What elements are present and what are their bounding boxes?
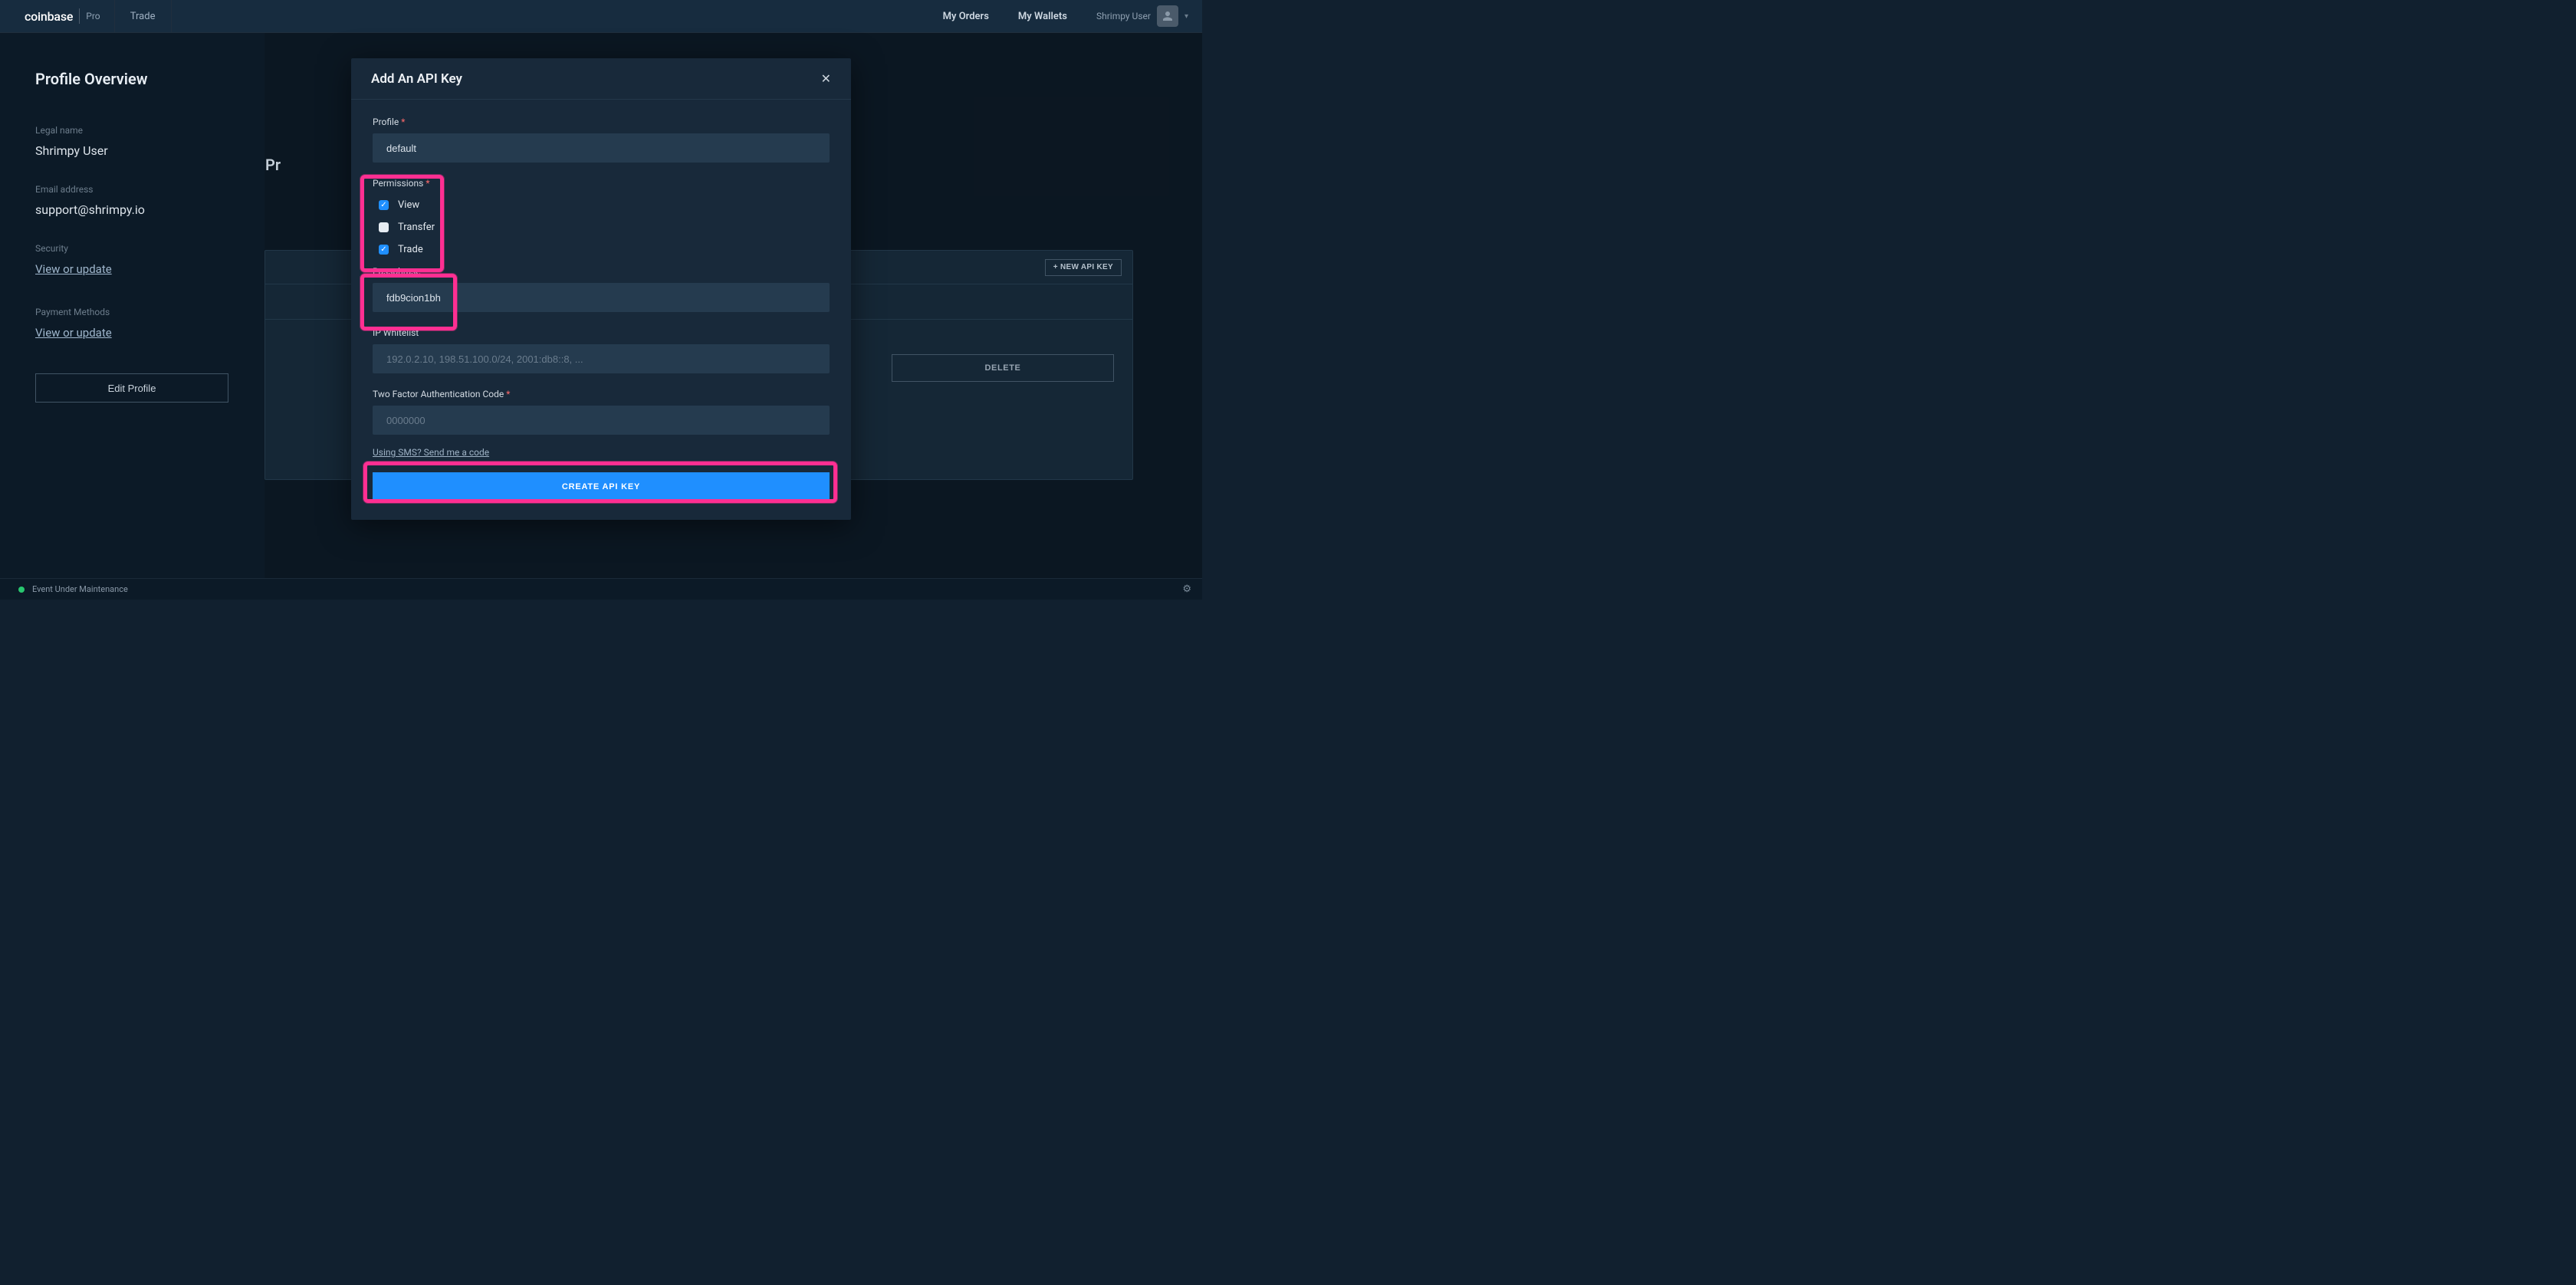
delete-button[interactable]: DELETE	[892, 354, 1114, 382]
checkbox-view-icon: ✓	[379, 200, 389, 210]
permission-transfer-row[interactable]: Transfer	[379, 222, 830, 233]
permissions-label: Permissions *	[373, 178, 830, 189]
legal-name-value: Shrimpy User	[35, 143, 229, 158]
ip-whitelist-input[interactable]	[373, 344, 830, 373]
tfa-label: Two Factor Authentication Code *	[373, 389, 830, 399]
passphrase-label: Passphrase	[373, 266, 830, 277]
close-icon[interactable]: ✕	[821, 71, 831, 86]
logo-sub: Pro	[86, 11, 100, 21]
ip-whitelist-label: IP Whitelist	[373, 327, 830, 338]
nav-my-wallets[interactable]: My Wallets	[1018, 11, 1067, 22]
permission-transfer-label: Transfer	[398, 222, 435, 233]
permission-trade-row[interactable]: ✓ Trade	[379, 244, 830, 255]
profile-select[interactable]	[373, 133, 830, 163]
tfa-input[interactable]	[373, 406, 830, 435]
email-value: support@shrimpy.io	[35, 202, 229, 217]
permission-trade-label: Trade	[398, 244, 423, 255]
chevron-down-icon: ▾	[1184, 12, 1188, 21]
user-menu[interactable]: Shrimpy User ▾	[1096, 5, 1188, 27]
nav-trade[interactable]: Trade	[114, 0, 172, 32]
permission-view-label: View	[398, 199, 419, 211]
edit-profile-button[interactable]: Edit Profile	[35, 373, 228, 403]
status-bar: Event Under Maintenance ⚙	[0, 578, 1202, 600]
status-dot-icon	[18, 587, 25, 593]
username: Shrimpy User	[1096, 11, 1151, 21]
checkbox-transfer-icon	[379, 222, 389, 232]
top-nav: coinbase Pro Trade My Orders My Wallets …	[0, 0, 1202, 33]
logo-main: coinbase	[25, 9, 73, 24]
email-label: Email address	[35, 184, 229, 195]
nav-my-orders[interactable]: My Orders	[943, 11, 989, 22]
checkbox-trade-icon: ✓	[379, 245, 389, 255]
status-text: Event Under Maintenance	[32, 584, 128, 594]
payment-methods-link[interactable]: View or update	[35, 326, 112, 340]
profile-label: Profile *	[373, 117, 830, 127]
create-api-key-button[interactable]: CREATE API KEY	[373, 472, 830, 501]
legal-name-label: Legal name	[35, 125, 229, 136]
security-link[interactable]: View or update	[35, 262, 112, 276]
logo-separator	[79, 8, 80, 24]
payment-methods-label: Payment Methods	[35, 307, 229, 317]
add-api-key-modal: Add An API Key ✕ Profile * Permissions *…	[351, 58, 851, 520]
sidebar: Profile Overview Legal name Shrimpy User…	[0, 33, 264, 578]
sms-send-code-link[interactable]: Using SMS? Send me a code	[373, 447, 489, 458]
new-api-key-button[interactable]: + NEW API KEY	[1045, 259, 1122, 276]
avatar	[1157, 5, 1178, 27]
logo[interactable]: coinbase Pro	[0, 0, 114, 32]
permission-view-row[interactable]: ✓ View	[379, 199, 830, 211]
sidebar-title: Profile Overview	[35, 70, 229, 88]
page-title-obscured: Pr	[265, 156, 281, 174]
modal-title: Add An API Key	[371, 71, 462, 87]
passphrase-input[interactable]	[373, 283, 830, 312]
security-label: Security	[35, 243, 229, 254]
gear-icon[interactable]: ⚙	[1182, 583, 1191, 595]
